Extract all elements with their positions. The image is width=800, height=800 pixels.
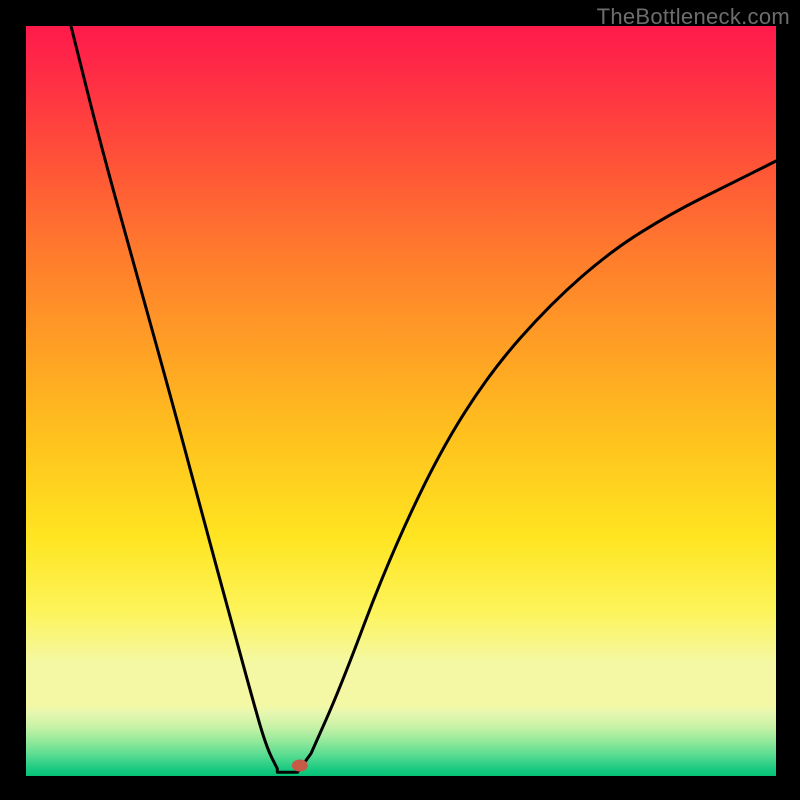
gradient-background bbox=[26, 26, 776, 776]
chart-svg bbox=[26, 26, 776, 776]
chart-plot-area bbox=[26, 26, 776, 776]
chart-frame: TheBottleneck.com bbox=[0, 0, 800, 800]
marker-dot bbox=[292, 760, 308, 772]
